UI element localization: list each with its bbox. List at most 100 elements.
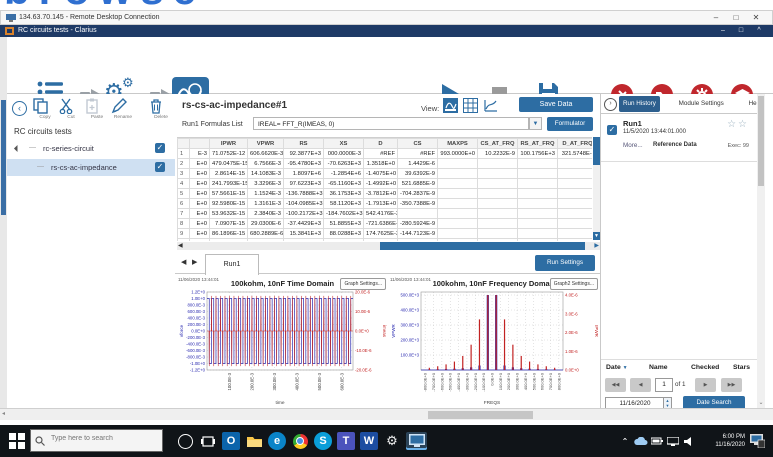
table-cell[interactable]: 9 bbox=[178, 229, 190, 239]
table-cell[interactable]: -100.2172E+3 bbox=[284, 209, 324, 219]
table-row[interactable]: 4E+0241.7993E-153.3296E-397.6223E+3-65.1… bbox=[178, 179, 593, 189]
table-cell[interactable]: 680.2889E-6 bbox=[248, 229, 284, 239]
table-cell[interactable] bbox=[518, 169, 558, 179]
expander-icon[interactable] bbox=[14, 145, 21, 152]
table-cell[interactable]: 6 bbox=[178, 199, 190, 209]
table-cell[interactable] bbox=[438, 169, 478, 179]
table-cell[interactable]: -350.7388E-9 bbox=[398, 199, 438, 209]
table-cell[interactable]: 2.8614E-15 bbox=[210, 169, 248, 179]
table-vertical-scrollbar[interactable]: ▼ bbox=[593, 137, 600, 240]
table-cell[interactable]: E+0 bbox=[190, 229, 210, 239]
table-cell[interactable]: 7.0907E-15 bbox=[210, 219, 248, 229]
first-page-button[interactable]: ◀◀ bbox=[605, 378, 626, 392]
table-cell[interactable]: #REF bbox=[398, 149, 438, 159]
table-cell[interactable] bbox=[438, 209, 478, 219]
sort-descending-icon[interactable]: ▼ bbox=[623, 365, 628, 371]
search-input[interactable] bbox=[49, 434, 161, 443]
column-header[interactable]: CS bbox=[398, 139, 438, 149]
table-cell[interactable]: 478.6791E-3 bbox=[364, 239, 398, 242]
scroll-down-icon[interactable]: ⌄ bbox=[757, 399, 765, 406]
table-cell[interactable] bbox=[518, 159, 558, 169]
table-row[interactable]: 8E+07.0907E-1529.0300E-6-37.4429E+351.88… bbox=[178, 219, 593, 229]
table-cell[interactable]: 92.3877E+3 bbox=[284, 149, 324, 159]
table-cell[interactable] bbox=[518, 179, 558, 189]
table-cell[interactable] bbox=[478, 159, 518, 169]
table-cell[interactable]: E-3 bbox=[190, 149, 210, 159]
table-cell[interactable]: 606.6620E-3 bbox=[248, 149, 284, 159]
table-cell[interactable] bbox=[558, 229, 593, 239]
table-cell[interactable] bbox=[518, 209, 558, 219]
table-cell[interactable]: 6.7566E-3 bbox=[248, 159, 284, 169]
table-cell[interactable]: -37.4429E+3 bbox=[284, 219, 324, 229]
table-row[interactable]: 1E-371.0752E-12606.6620E-392.3877E+3000.… bbox=[178, 149, 593, 159]
table-cell[interactable] bbox=[478, 169, 518, 179]
rename-button[interactable]: Rename bbox=[111, 98, 135, 120]
table-cell[interactable]: -1.7913E+0 bbox=[364, 199, 398, 209]
task-view-icon[interactable] bbox=[199, 432, 217, 450]
run-tab[interactable]: Run1 bbox=[205, 254, 259, 275]
table-cell[interactable]: 2 bbox=[178, 159, 190, 169]
scroll-down-icon[interactable]: ▼ bbox=[593, 232, 600, 240]
table-cell[interactable] bbox=[518, 239, 558, 242]
tray-expand-icon[interactable]: ⌃ bbox=[618, 432, 632, 450]
table-cell[interactable]: 15.3841E+3 bbox=[284, 229, 324, 239]
graph2-settings-button[interactable]: Graph2 Settings... bbox=[550, 278, 598, 290]
rdp-tray-icon[interactable] bbox=[750, 434, 765, 448]
table-row[interactable]: 7E+053.9632E-152.3840E-3-100.2172E+3-184… bbox=[178, 209, 593, 219]
table-cell[interactable] bbox=[438, 179, 478, 189]
battery-icon[interactable] bbox=[650, 432, 664, 450]
column-header[interactable]: VPWR bbox=[248, 139, 284, 149]
table-horizontal-scrollbar[interactable]: ◀▶ bbox=[177, 242, 600, 250]
scrollbar-thumb[interactable] bbox=[1, 100, 6, 215]
prev-run-icon[interactable]: ◀ bbox=[181, 258, 186, 266]
remote-desktop-icon[interactable] bbox=[406, 432, 427, 450]
table-cell[interactable]: 4 bbox=[178, 179, 190, 189]
rdc-minimize-button[interactable]: – bbox=[708, 13, 724, 22]
table-cell[interactable]: 1.8097E+6 bbox=[284, 169, 324, 179]
scroll-left-icon[interactable]: ◀ bbox=[178, 242, 183, 250]
table-cell[interactable]: 57.5661E-15 bbox=[210, 189, 248, 199]
table-cell[interactable]: -280.5924E-9 bbox=[398, 219, 438, 229]
table-cell[interactable]: -721.6386E-3 bbox=[364, 219, 398, 229]
table-row[interactable]: 3E+02.8614E-1514.1083E-31.8097E+6-1.2854… bbox=[178, 169, 593, 179]
table-cell[interactable]: 100.1756E+3 bbox=[518, 149, 558, 159]
table-cell[interactable] bbox=[518, 189, 558, 199]
table-cell[interactable]: 000.0000E-3 bbox=[324, 149, 364, 159]
table-cell[interactable]: E+0 bbox=[190, 189, 210, 199]
table-cell[interactable]: 479.0475E-15 bbox=[210, 159, 248, 169]
scroll-right-icon[interactable]: ▶ bbox=[594, 242, 599, 250]
table-cell[interactable]: 5 bbox=[178, 189, 190, 199]
filter-header-checked[interactable]: Checked bbox=[691, 364, 719, 371]
tree-item-checkbox[interactable]: ✓ bbox=[155, 162, 165, 172]
table-cell[interactable] bbox=[558, 199, 593, 209]
tree-item-rc-series-circuit[interactable]: — rc-series-circuit ✓ bbox=[7, 140, 175, 157]
scroll-left-icon[interactable]: ◂ bbox=[2, 410, 5, 417]
table-cell[interactable]: E+0 bbox=[190, 239, 210, 242]
table-row[interactable]: 5E+057.5661E-151.1524E-3-136.7888E+336.1… bbox=[178, 189, 593, 199]
table-cell[interactable] bbox=[478, 179, 518, 189]
filter-header-name[interactable]: Name bbox=[649, 364, 668, 371]
chrome-icon[interactable] bbox=[291, 432, 309, 450]
table-cell[interactable]: 36.1753E+3 bbox=[324, 189, 364, 199]
run-history-entry[interactable]: ✓ Run1 11/5/2020 13:44:01.000 ☆☆ More...… bbox=[601, 115, 757, 162]
formulator-button[interactable]: Formulator bbox=[547, 117, 593, 131]
table-cell[interactable]: 1.3161E-3 bbox=[248, 199, 284, 209]
column-header[interactable]: D_AT_FRQ bbox=[558, 139, 593, 149]
table-cell[interactable] bbox=[438, 189, 478, 199]
table-cell[interactable] bbox=[478, 229, 518, 239]
column-header[interactable]: RS bbox=[284, 139, 324, 149]
column-header[interactable]: MAXPS bbox=[438, 139, 478, 149]
filter-header-date[interactable]: Date ▼ bbox=[606, 364, 628, 371]
table-cell[interactable]: 71.0752E-12 bbox=[210, 149, 248, 159]
tab-module-settings[interactable]: Module Settings bbox=[675, 96, 728, 112]
skype-icon[interactable]: S bbox=[314, 432, 332, 450]
onedrive-cloud-icon[interactable] bbox=[634, 432, 648, 450]
table-cell[interactable]: 1 bbox=[178, 149, 190, 159]
table-cell[interactable]: -104.0985E+3 bbox=[284, 199, 324, 209]
column-header[interactable] bbox=[178, 139, 190, 149]
last-page-button[interactable]: ▶▶ bbox=[721, 378, 742, 392]
table-cell[interactable]: 92.5980E-15 bbox=[210, 199, 248, 209]
column-header[interactable]: XS bbox=[324, 139, 364, 149]
scrollbar-thumb[interactable] bbox=[758, 96, 764, 186]
table-cell[interactable]: -1.4075E+0 bbox=[364, 169, 398, 179]
